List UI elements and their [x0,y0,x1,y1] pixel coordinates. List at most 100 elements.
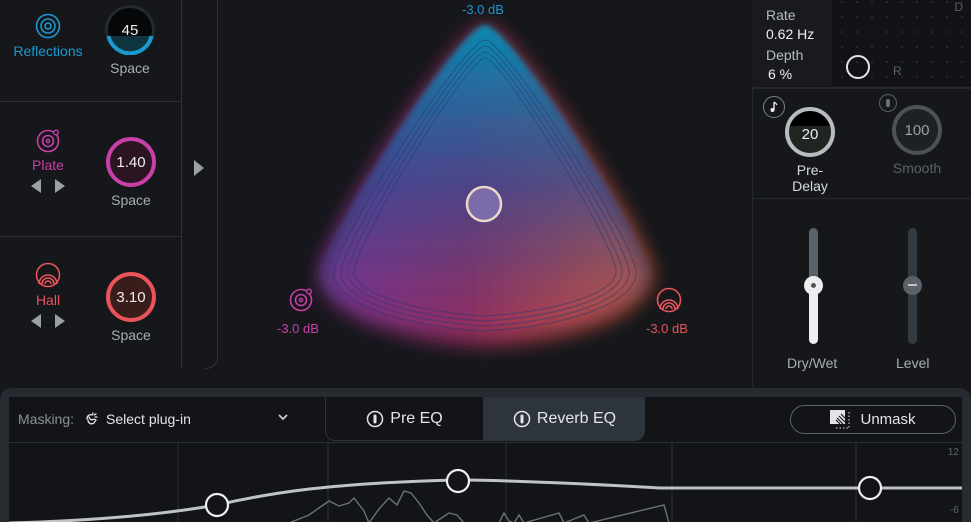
pad-grid-dot [931,1,933,3]
dry-wet-label: Dry/Wet [787,355,838,371]
plate-type[interactable]: Plate [6,127,90,193]
eq-node-1[interactable] [204,492,230,518]
hall-type[interactable]: Hall [6,262,90,328]
divider [0,236,181,237]
eq-graph[interactable]: 12 -6 [9,442,962,522]
pad-grid-dot [961,46,963,48]
select-plugin-label: Select plug-in [106,411,191,427]
tab-label: Reverb EQ [536,410,617,427]
modulation-xy-pad[interactable]: D R [832,0,971,86]
eq-scale-label: -6 [950,505,959,516]
depth-value[interactable]: 6 % [768,66,792,82]
thumb-dot [811,283,816,288]
unmask-button[interactable]: Unmask [790,405,956,434]
pad-grid-dot [946,1,948,3]
tab-label: Pre EQ [390,409,443,427]
pad-grid-dot [931,46,933,48]
hall-icon [35,262,61,288]
plate-space-knob[interactable]: 1.40 [106,137,156,187]
hall-space-knob[interactable]: 3.10 [106,272,156,322]
eq-panel: Masking: Select plug-in Pre EQ Reverb EQ… [0,388,971,522]
pad-grid-dot [946,61,948,63]
next-preset-button[interactable] [55,314,65,328]
pad-handle[interactable] [846,55,870,79]
pad-label-r: R [893,64,902,78]
spectrum-line [289,490,670,522]
power-icon [367,410,384,427]
eq-node-3[interactable] [857,475,883,501]
knob-label: Space [111,192,151,208]
pad-grid-dot [856,46,858,48]
hall-label: Hall [35,292,61,308]
rate-label: Rate [766,7,796,23]
pad-grid-dot [871,16,873,18]
level-label: Level [896,355,930,371]
hall-level-label: -3.0 dB [646,321,688,336]
pad-grid-dot [841,46,843,48]
knob-value: 3.10 [116,288,146,306]
pad-grid-dot [901,16,903,18]
pad-grid-dot [871,61,873,63]
pad-grid-dot [901,61,903,63]
masking-label: Masking: [18,411,75,427]
plate-space-knob-wrap: 1.40 Space [101,137,161,208]
pad-grid-dot [856,1,858,3]
plug-in-icon [86,412,98,425]
pad-grid-dot [856,16,858,18]
pad-grid-dot [946,16,948,18]
pad-grid-dot [946,46,948,48]
masking-plugin-select[interactable]: Select plug-in [84,411,304,427]
knob-value: 1.40 [116,153,146,171]
note-icon [770,101,778,112]
knob-label: Pre-Delay [792,162,828,194]
modulation-section: Rate 0.62 Hz Depth 6 % D R [752,0,971,86]
pad-grid-dot [841,61,843,63]
dry-wet-thumb[interactable] [804,276,823,295]
smooth-knob[interactable]: 100 [892,105,942,155]
blend-triangle[interactable] [260,0,710,370]
pad-grid-dot [946,31,948,33]
previous-preset-button[interactable] [31,179,41,193]
divider [752,198,971,199]
divider [752,87,971,89]
pad-grid-dot [841,16,843,18]
level-thumb[interactable] [903,276,922,295]
reverb-type-panel: Reflections 45 Space Plate 1.40 Space Ha… [0,0,218,370]
tab-pre-eq[interactable]: Pre EQ [325,397,484,441]
pad-grid-dot [886,16,888,18]
pad-grid-dot [916,31,918,33]
expand-panel-button[interactable] [194,160,204,176]
reverb-blend-area: -3.0 dB -3.0 dB -3.0 dB [260,0,710,370]
knob-label: Space [110,60,150,76]
pad-grid-dot [931,76,933,78]
eq-inner: Masking: Select plug-in Pre EQ Reverb EQ… [9,397,962,522]
pad-grid-dot [841,1,843,3]
pad-grid-dot [946,76,948,78]
hall-arrows [6,314,90,328]
pre-delay-knob[interactable]: 20 [785,107,835,157]
blend-handle[interactable] [465,185,503,223]
pad-grid-dot [871,46,873,48]
pre-delay-knob-wrap: 20 Pre-Delay [780,107,840,194]
chevron-down-icon[interactable] [277,411,289,423]
pad-grid-dot [961,61,963,63]
reflections-icon [35,13,61,39]
eq-node-2[interactable] [445,468,471,494]
tab-reverb-eq[interactable]: Reverb EQ [484,397,645,441]
depth-label: Depth [766,47,804,63]
pad-grid-dot [901,31,903,33]
reflections-type[interactable]: Reflections [6,13,90,59]
pad-grid-dot [856,31,858,33]
eq-scale-label: 12 [947,447,959,458]
reflections-space-knob[interactable]: 45 [105,5,155,55]
pad-grid-dot [841,31,843,33]
next-preset-button[interactable] [55,179,65,193]
pad-grid-dot [871,1,873,3]
pad-grid-dot [931,61,933,63]
pad-grid-dot [931,31,933,33]
unmask-icon [830,409,850,428]
rate-value[interactable]: 0.62 Hz [766,26,814,42]
previous-preset-button[interactable] [31,314,41,328]
hall-icon [656,287,682,313]
plate-icon [36,129,60,153]
